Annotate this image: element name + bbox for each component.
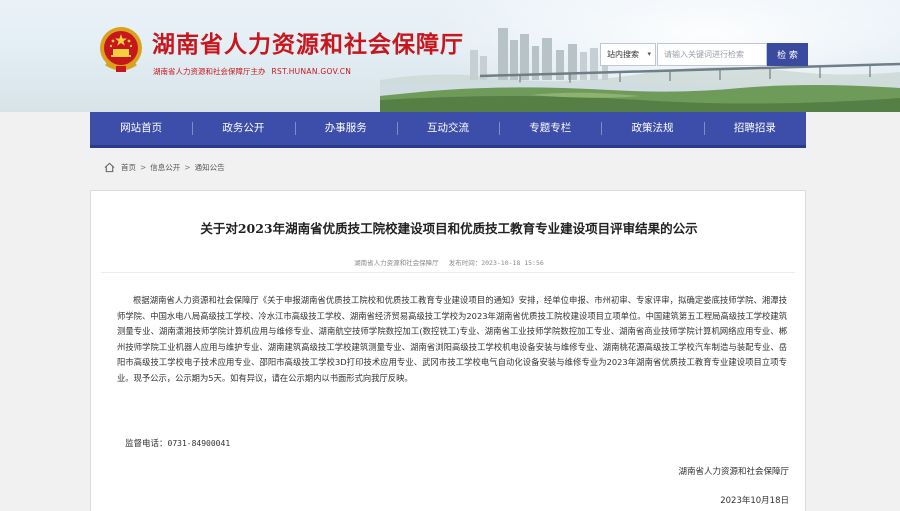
phone-label: 监督电话： — [125, 439, 168, 449]
nav-item-recruitment[interactable]: 招聘招录 — [703, 112, 806, 145]
main-nav: 网站首页 政务公开 办事服务 互动交流 专题专栏 政策法规 招聘招录 — [90, 112, 806, 145]
home-icon — [104, 162, 115, 173]
site-host-label: 湖南省人力资源和社会保障厅主办 — [153, 67, 266, 76]
publish-time: 2023-10-18 15:56 — [481, 259, 544, 267]
nav-item-gov-affairs[interactable]: 政务公开 — [192, 112, 294, 145]
issuing-org: 湖南省人力资源和社会保障厅 — [678, 467, 789, 477]
search-scope-label: 站内搜索 — [607, 50, 639, 59]
chevron-down-icon: ▾ — [647, 50, 651, 58]
site-url: RST.HUNAN.GOV.CN — [271, 67, 352, 76]
nav-item-services[interactable]: 办事服务 — [294, 112, 397, 145]
nav-item-policies[interactable]: 政策法规 — [601, 112, 703, 145]
article-title: 关于对2023年湖南省优质技工院校建设项目和优质技工教育专业建设项目评审结果的公… — [200, 221, 698, 236]
search-button[interactable]: 检 索 — [767, 43, 808, 66]
site-header: 湖南省人力资源和社会保障厅 湖南省人力资源和社会保障厅主办 RST.HUNAN.G… — [0, 0, 900, 112]
breadcrumb-info-public[interactable]: 信息公开 — [150, 162, 180, 173]
breadcrumb-separator: > — [140, 163, 147, 172]
supervision-phone: 监督电话：0731-84900041 — [125, 437, 230, 449]
search-scope-select[interactable]: 站内搜索 ▾ — [600, 43, 656, 66]
publish-time-label: 发布时间： — [448, 259, 482, 267]
site-title: 湖南省人力资源和社会保障厅 — [152, 32, 464, 58]
breadcrumb: 首页 > 信息公开 > 通知公告 — [90, 148, 806, 187]
nav-item-interaction[interactable]: 互动交流 — [396, 112, 499, 145]
phone-number: 0731-84900041 — [167, 439, 231, 448]
article-panel: 关于对2023年湖南省优质技工院校建设项目和优质技工教育专业建设项目评审结果的公… — [90, 190, 806, 511]
breadcrumb-notices[interactable]: 通知公告 — [195, 162, 225, 173]
article-divider — [101, 272, 795, 273]
national-emblem-icon — [100, 27, 142, 72]
breadcrumb-separator: > — [184, 163, 191, 172]
article-source: 湖南省人力资源和社会保障厅 — [354, 259, 439, 267]
nav-item-home[interactable]: 网站首页 — [90, 112, 192, 145]
article-body: 根据湖南省人力资源和社会保障厅《关于申报湖南省优质技工院校和优质技工教育专业建设… — [117, 295, 787, 383]
search-input[interactable] — [657, 43, 767, 66]
article-meta: 湖南省人力资源和社会保障厅 发布时间：2023-10-18 15:56 — [91, 257, 807, 267]
site-subtitle: 湖南省人力资源和社会保障厅主办 RST.HUNAN.GOV.CN — [153, 66, 351, 77]
nav-item-topics[interactable]: 专题专栏 — [499, 112, 601, 145]
search-box: 站内搜索 ▾ 检 索 — [600, 43, 808, 66]
breadcrumb-home[interactable]: 首页 — [121, 162, 136, 173]
issue-date: 2023年10月18日 — [720, 496, 789, 506]
